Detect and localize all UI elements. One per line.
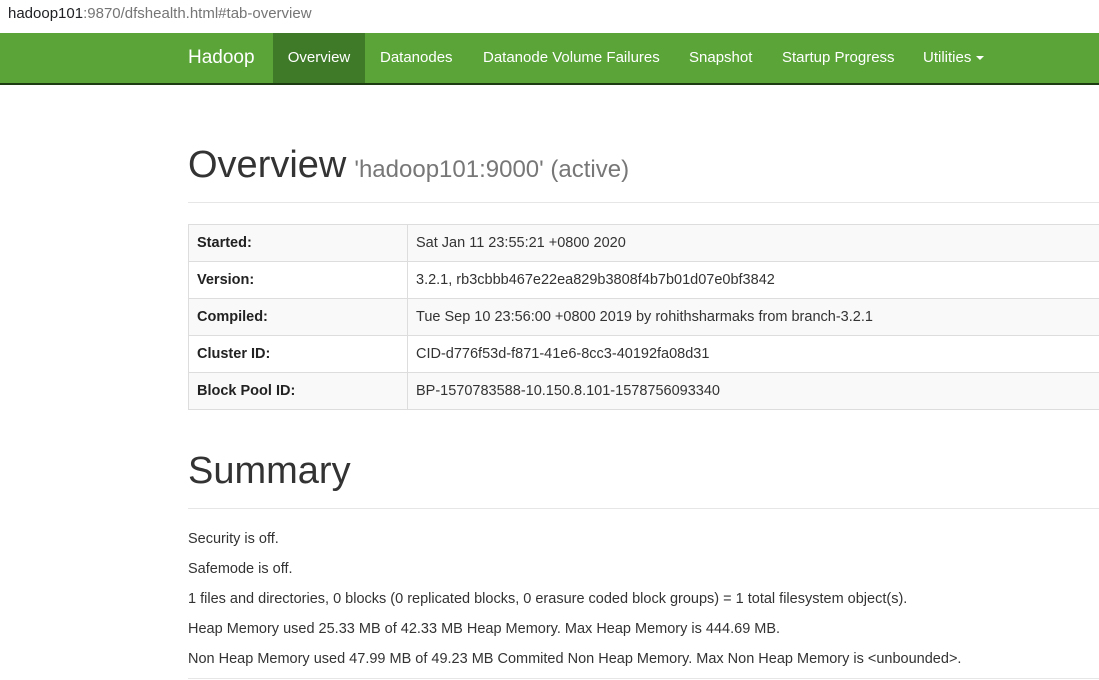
nav-utilities-label: Utilities [923,49,972,66]
overview-info-table: Started: Sat Jan 11 23:55:21 +0800 2020 … [188,224,1099,410]
summary-header: Summary [188,446,1099,509]
row-label-version: Version: [188,261,408,299]
divider [188,678,1099,679]
row-label-cluster-id: Cluster ID: [188,335,408,373]
summary-title: Summary [188,450,351,492]
summary-non-heap-memory: Non Heap Memory used 47.99 MB of 49.23 M… [188,651,962,667]
url-host: hadoop101 [8,5,84,22]
table-row: Cluster ID: CID-d776f53d-f871-41e6-8cc3-… [188,335,1099,373]
nav-overview[interactable]: Overview [273,33,365,83]
summary-security: Security is off. [188,531,279,547]
table-row: Block Pool ID: BP-1570783588-10.150.8.10… [188,372,1099,410]
row-value-cluster-id: CID-d776f53d-f871-41e6-8cc3-40192fa08d31 [407,335,1099,373]
nav-datanode-volume-failures[interactable]: Datanode Volume Failures [483,33,660,83]
nav-snapshot[interactable]: Snapshot [689,33,752,83]
overview-subtitle: 'hadoop101:9000' (active) [354,156,630,183]
summary-filesystem-objects: 1 files and directories, 0 blocks (0 rep… [188,591,908,607]
row-value-compiled: Tue Sep 10 23:56:00 +0800 2019 by rohith… [407,298,1099,336]
nav-datanodes[interactable]: Datanodes [380,33,453,83]
address-bar[interactable]: hadoop101:9870/dfshealth.html#tab-overvi… [0,0,1099,32]
row-value-started: Sat Jan 11 23:55:21 +0800 2020 [407,224,1099,262]
table-row: Compiled: Tue Sep 10 23:56:00 +0800 2019… [188,298,1099,336]
page-title: Overview 'hadoop101:9000' (active) [188,140,1099,195]
nav-utilities-dropdown[interactable]: Utilities [923,33,985,83]
row-label-started: Started: [188,224,408,262]
row-value-version: 3.2.1, rb3cbbb467e22ea829b3808f4b7b01d07… [407,261,1099,299]
nav-startup-progress[interactable]: Startup Progress [782,33,895,83]
url-text[interactable]: hadoop101:9870/dfshealth.html#tab-overvi… [8,0,312,28]
overview-header: Overview 'hadoop101:9000' (active) [188,140,1099,203]
row-label-block-pool-id: Block Pool ID: [188,372,408,410]
summary-heap-memory: Heap Memory used 25.33 MB of 42.33 MB He… [188,621,781,637]
row-label-compiled: Compiled: [188,298,408,336]
summary-safemode: Safemode is off. [188,561,293,577]
table-row: Version: 3.2.1, rb3cbbb467e22ea829b3808f… [188,261,1099,299]
caret-down-icon [976,56,985,61]
summary-list: Security is off. Safemode is off. 1 file… [188,524,1099,674]
url-path: :9870/dfshealth.html#tab-overview [83,5,312,22]
brand-link[interactable]: Hadoop [188,33,255,83]
top-navbar: Hadoop Overview Datanodes Datanode Volum… [0,33,1099,85]
table-row: Started: Sat Jan 11 23:55:21 +0800 2020 [188,224,1099,262]
row-value-block-pool-id: BP-1570783588-10.150.8.101-1578756093340 [407,372,1099,410]
overview-title: Overview [188,144,347,186]
